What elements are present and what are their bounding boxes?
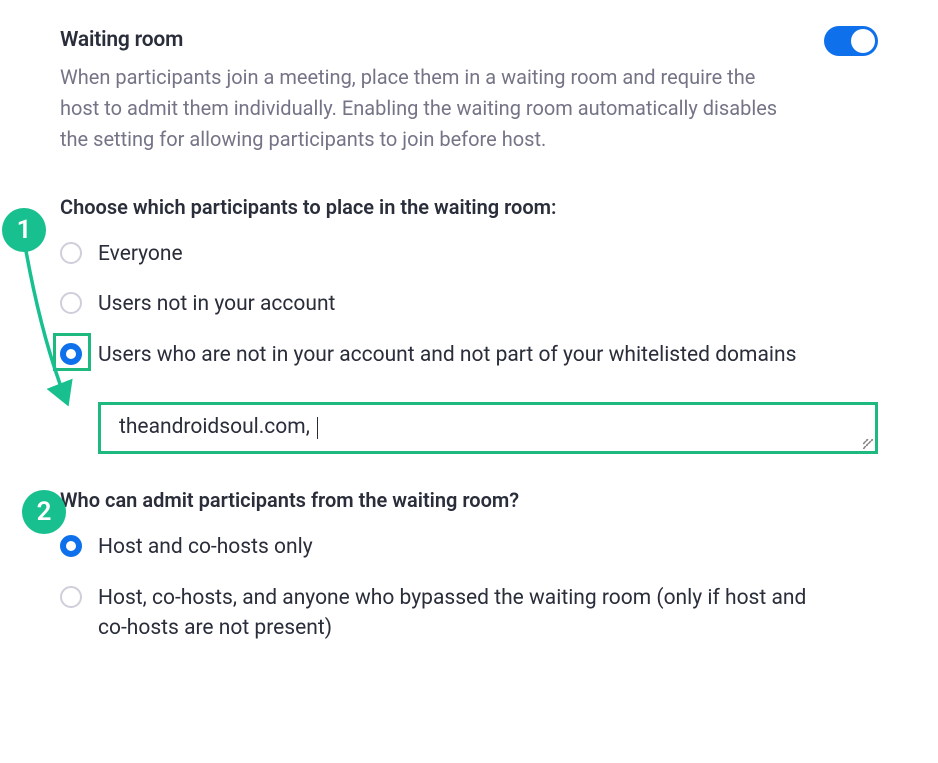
radio-not-in-account[interactable]: Users not in your account xyxy=(60,289,878,319)
annotation-arrow-icon xyxy=(22,249,92,419)
participants-radio-group: Everyone Users not in your account Users… xyxy=(60,239,878,370)
waiting-room-toggle[interactable] xyxy=(824,26,878,56)
annotation-badge-2: 2 xyxy=(22,490,66,534)
annotation-badge-1: 1 xyxy=(2,208,46,252)
participants-subtitle: Choose which participants to place in th… xyxy=(60,195,878,219)
radio-host-cohost-only[interactable]: Host and co-hosts only xyxy=(60,532,878,562)
whitelist-domain-input[interactable]: theandroidsoul.com, xyxy=(98,402,878,454)
radio-everyone[interactable]: Everyone xyxy=(60,239,878,269)
input-value-text: theandroidsoul.com, xyxy=(119,415,315,439)
setting-description: When participants join a meeting, place … xyxy=(60,62,780,155)
admit-radio-group: Host and co-hosts only Host, co-hosts, a… xyxy=(60,532,878,643)
radio-not-in-account-whitelist[interactable]: Users who are not in your account and no… xyxy=(60,340,878,370)
setting-title: Waiting room xyxy=(60,28,183,52)
radio-anyone-bypassed[interactable]: Host, co-hosts, and anyone who bypassed … xyxy=(60,583,878,644)
radio-label: Users who are not in your account and no… xyxy=(98,340,796,370)
radio-icon xyxy=(60,535,82,557)
text-caret-icon xyxy=(317,417,318,439)
admit-subtitle: Who can admit participants from the wait… xyxy=(60,488,878,512)
radio-label: Users not in your account xyxy=(98,289,335,319)
radio-icon xyxy=(60,586,82,608)
radio-label: Host and co-hosts only xyxy=(98,532,313,562)
radio-label: Everyone xyxy=(98,239,183,269)
radio-label: Host, co-hosts, and anyone who bypassed … xyxy=(98,583,818,644)
